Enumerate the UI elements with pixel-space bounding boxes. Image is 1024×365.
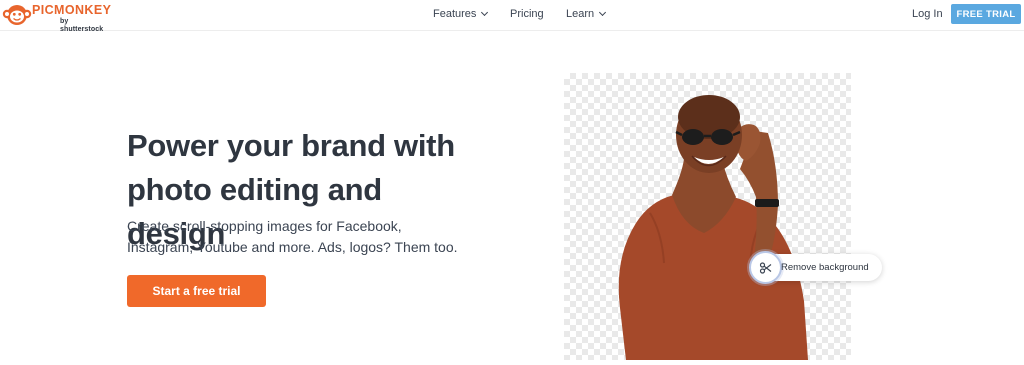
woman-with-sunglasses-photo — [618, 95, 808, 360]
picmonkey-logo[interactable]: PICMONKEY by shutterstock — [2, 2, 112, 33]
free-trial-button[interactable]: FREE TRIAL — [951, 4, 1021, 24]
remove-background-handle[interactable] — [749, 251, 782, 284]
hero-subtext-line-2: Instagram, Youtube and more. Ads, logos?… — [127, 239, 458, 255]
nav-learn-label: Learn — [566, 8, 595, 20]
hero-headline-line-1: Power your brand with — [127, 128, 455, 163]
nav-pricing-label: Pricing — [510, 8, 544, 20]
site-header: PICMONKEY by shutterstock Features Prici… — [0, 0, 1024, 33]
login-link[interactable]: Log In — [912, 8, 943, 20]
chevron-down-icon — [599, 8, 607, 17]
scissors-icon — [759, 261, 771, 274]
monkey-logo-icon — [2, 5, 32, 25]
hero-image-transparent-background — [564, 73, 851, 360]
hero-subtext-line-1: Create scroll-stopping images for Facebo… — [127, 218, 402, 234]
nav-learn[interactable]: Learn — [566, 8, 607, 20]
start-free-trial-button[interactable]: Start a free trial — [127, 275, 266, 307]
brand-name: PICMONKEY — [32, 3, 112, 17]
hero-subtext: Create scroll-stopping images for Facebo… — [127, 216, 467, 258]
chevron-down-icon — [481, 8, 489, 17]
nav-features[interactable]: Features — [433, 8, 489, 20]
nav-features-label: Features — [433, 8, 477, 20]
brand-byline: by shutterstock — [60, 18, 104, 33]
remove-background-label: Remove background — [781, 262, 869, 273]
nav-pricing[interactable]: Pricing — [510, 8, 544, 20]
